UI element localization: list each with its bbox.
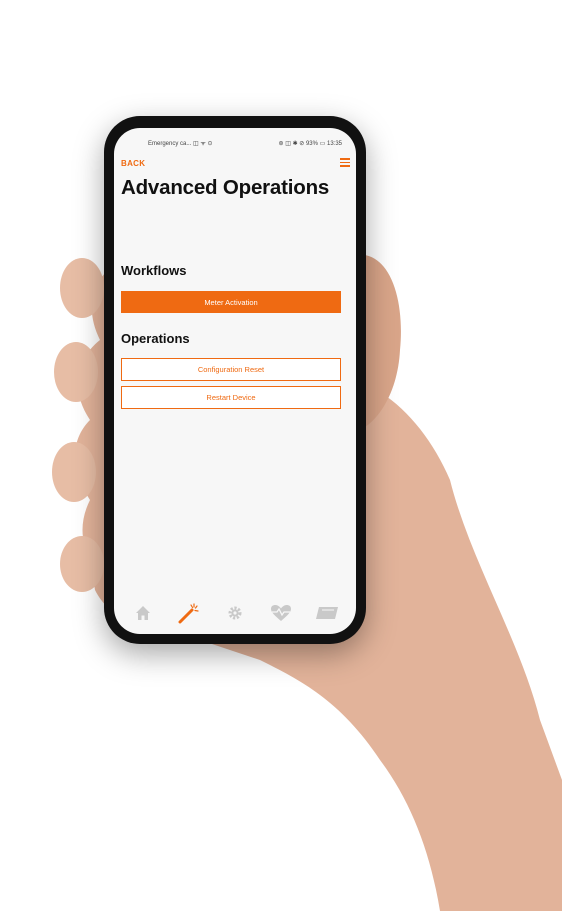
tab-meter[interactable] — [314, 602, 340, 624]
meter-icon — [316, 607, 338, 619]
tab-health[interactable] — [268, 602, 294, 624]
configuration-reset-button[interactable]: Configuration Reset — [121, 358, 341, 381]
tab-settings[interactable] — [222, 602, 248, 624]
magic-wand-icon — [178, 603, 199, 624]
status-right: ⊛ ◫ ✱ ⊘ 93% ▭ 13:35 — [278, 140, 342, 147]
home-icon — [136, 606, 150, 620]
status-left: Emergency ca... ◫ ᯤ ⊙ — [148, 141, 213, 147]
page-title: Advanced Operations — [121, 176, 330, 199]
hamburger-icon[interactable] — [340, 158, 350, 167]
restart-device-button[interactable]: Restart Device — [121, 386, 341, 409]
status-bar: Emergency ca... ◫ ᯤ ⊙ ⊛ ◫ ✱ ⊘ 93% ▭ 13:3… — [114, 136, 356, 150]
operations-heading: Operations — [121, 331, 190, 346]
back-link[interactable]: BACK — [121, 159, 145, 168]
phone-screen: Emergency ca... ◫ ᯤ ⊙ ⊛ ◫ ✱ ⊘ 93% ▭ 13:3… — [114, 128, 356, 634]
tab-advanced[interactable] — [176, 602, 202, 624]
meter-activation-button[interactable]: Meter Activation — [121, 291, 341, 313]
gear-icon — [228, 606, 242, 620]
bottom-tab-bar — [114, 598, 356, 628]
workflows-heading: Workflows — [121, 263, 187, 278]
heartbeat-icon — [271, 605, 291, 621]
tab-home[interactable] — [130, 602, 156, 624]
